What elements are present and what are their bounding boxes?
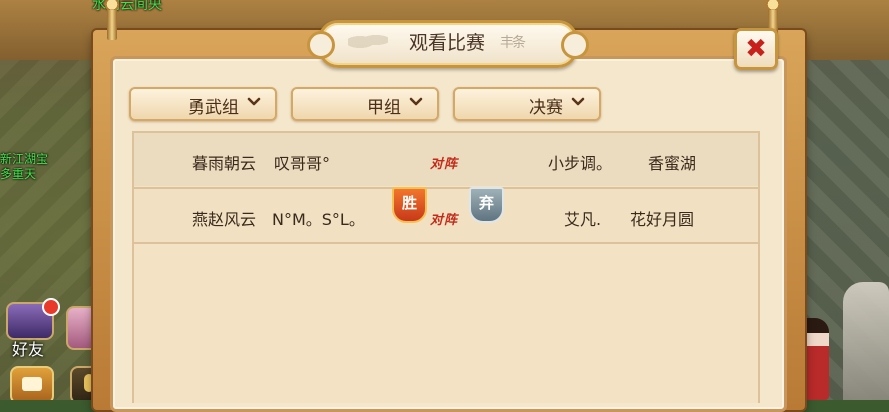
close-icon: ✖ xyxy=(745,34,767,64)
dialog-title: 观看比赛 xyxy=(408,32,485,54)
round-dropdown[interactable]: 决赛 xyxy=(453,87,601,121)
left-player-2: N°M。S°L。 xyxy=(272,210,365,229)
friends-label: 好友 xyxy=(12,340,45,359)
npc-name-line: 新江湖宝 xyxy=(0,152,49,166)
friends-button[interactable]: 好友 xyxy=(6,298,60,359)
npc-name-top: 水门云间央 xyxy=(92,0,162,13)
match-row[interactable]: 暮雨朝云 叹哥哥° 对阵 小步调。 香蜜湖 xyxy=(134,133,758,186)
left-player-1: 暮雨朝云 xyxy=(192,154,257,173)
npc-name-line: 多重天 xyxy=(0,167,37,181)
title-decoration: 丰条 xyxy=(500,35,526,51)
chevron-down-icon xyxy=(247,97,261,106)
dropdown-label: 甲组 xyxy=(367,98,401,118)
win-badge: 胜 xyxy=(392,187,427,223)
chevron-down-icon xyxy=(409,97,423,106)
chat-bubble-icon xyxy=(22,377,42,391)
vs-label: 对阵 xyxy=(430,157,459,172)
left-player-2: 叹哥哥° xyxy=(274,154,331,173)
right-player-2: 花好月圆 xyxy=(630,210,695,229)
npc-name-left: 新江湖宝 多重天 xyxy=(0,152,48,182)
right-player-2: 香蜜湖 xyxy=(648,154,697,173)
close-button[interactable]: ✖ xyxy=(734,28,778,70)
left-player-1: 燕赵风云 xyxy=(192,210,257,229)
cloud-ornament-icon xyxy=(348,30,388,50)
match-list: 暮雨朝云 叹哥哥° 对阵 小步调。 香蜜湖 燕赵风云 N°M。S°L。 胜 对阵… xyxy=(132,131,760,403)
vs-label: 对阵 xyxy=(430,213,459,228)
group-dropdown[interactable]: 勇武组 xyxy=(129,87,277,121)
statue-right xyxy=(843,282,889,400)
notification-dot xyxy=(42,298,60,316)
chevron-down-icon xyxy=(571,97,585,106)
dropdown-label: 决赛 xyxy=(529,98,563,118)
forfeit-badge: 弃 xyxy=(469,187,504,223)
match-row[interactable]: 燕赵风云 N°M。S°L。 胜 对阵 弃 艾凡. 花好月圆 xyxy=(134,187,758,244)
right-player-1: 艾凡. xyxy=(564,210,602,229)
frame-post-left xyxy=(104,0,120,40)
chat-button[interactable] xyxy=(10,366,54,400)
dropdown-label: 勇武组 xyxy=(188,98,239,118)
right-player-1: 小步调。 xyxy=(548,154,613,173)
division-dropdown[interactable]: 甲组 xyxy=(291,87,439,121)
